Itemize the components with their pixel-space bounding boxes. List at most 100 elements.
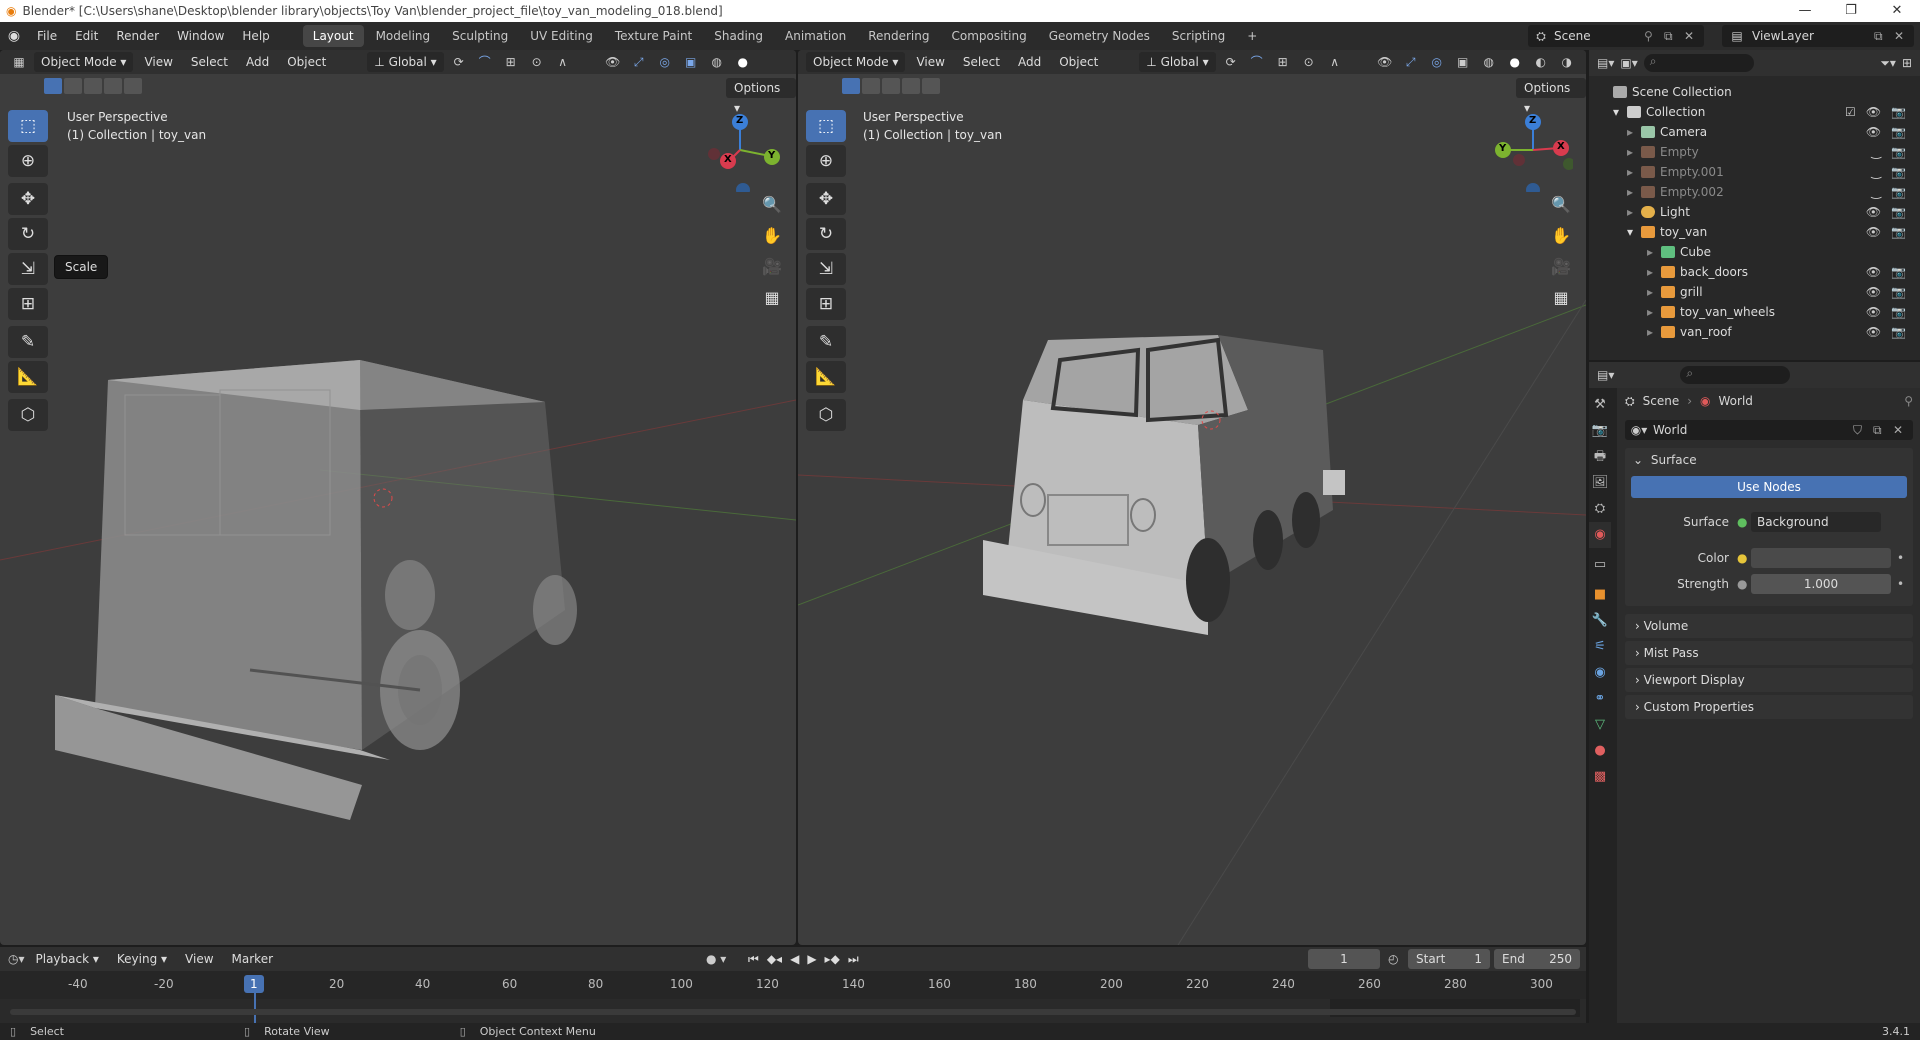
minimize-button[interactable]: — [1782,0,1828,22]
particles-tab-icon[interactable]: ⚟ [1589,634,1611,660]
eye-hidden-icon[interactable]: ‿ [1871,142,1881,162]
gizmo-toggle-icon-right[interactable]: ⤢ [1400,52,1422,72]
mode-dropdown-right[interactable]: Object Mode ▾ [806,52,906,72]
camera-view-icon-right[interactable]: 🎥 [1546,252,1576,282]
new-collection-icon[interactable]: ⊞ [1902,56,1912,70]
outliner-item-light[interactable]: ▸ Light 👁 📷 [1589,202,1920,222]
measure-tool-icon-right[interactable]: 📐 [806,361,846,393]
overlay-icon[interactable]: ◎ [654,52,676,72]
scene-selector[interactable]: ⛭ Scene ⚲ ⧉ ✕ [1528,25,1704,47]
annotate-tool-icon[interactable]: ✎ [8,326,48,358]
data-tab-icon[interactable]: ▽ [1589,712,1611,738]
zoom-icon[interactable]: 🔍 [757,190,787,220]
transform-tool-icon-right[interactable]: ⊞ [806,288,846,320]
overlay-icon-right[interactable]: ◎ [1426,52,1448,72]
options-dropdown-right[interactable]: Options ▾ [1516,78,1586,115]
zoom-icon-right[interactable]: 🔍 [1546,190,1576,220]
snap-target-icon-right[interactable]: ⊞ [1272,52,1294,72]
expand-arrow-icon[interactable]: ▸ [1647,245,1661,259]
timeline-view-menu[interactable]: View [178,947,220,971]
viewport-left[interactable]: ▦ Object Mode ▾ View Select Add Object ⊥… [0,50,796,945]
cursor-tool-icon-right[interactable]: ⊕ [806,145,846,177]
wireframe-shading-icon-right[interactable]: ◍ [1478,52,1500,72]
custom-properties-panel[interactable]: › Custom Properties [1625,695,1913,719]
pin-icon[interactable]: ⚲ [1644,29,1664,43]
clock-icon[interactable]: ◴ [1388,952,1398,966]
modifier-tab-icon[interactable]: 🔧 [1589,608,1611,634]
constraints-tab-icon[interactable]: ⚭ [1589,686,1611,712]
physics-tab-icon[interactable]: ◉ [1589,660,1611,686]
scene-3d-left[interactable] [0,50,796,945]
options-dropdown-left[interactable]: Options ▾ [726,78,796,115]
checkbox-icon[interactable]: ☑ [1845,102,1856,122]
outliner-item-toy-van[interactable]: ▾ toy_van 👁 📷 [1589,222,1920,242]
camera-render-icon[interactable]: 📷 [1891,282,1906,302]
outliner-item-camera[interactable]: ▸ Camera 👁 📷 [1589,122,1920,142]
object-menu[interactable]: Object [280,50,333,74]
expand-arrow-icon[interactable]: ▸ [1647,285,1661,299]
eye-hidden-icon[interactable]: ‿ [1871,162,1881,182]
tab-texture-paint[interactable]: Texture Paint [605,25,702,47]
scene-tab-icon[interactable]: ⛭ [1589,496,1611,522]
expand-arrow-icon[interactable]: ▸ [1647,305,1661,319]
eye-icon[interactable]: 👁 [1866,282,1881,302]
select-menu-right[interactable]: Select [956,50,1007,74]
rendered-shading-icon-right[interactable]: ◑ [1556,52,1578,72]
annotate-tool-icon-right[interactable]: ✎ [806,326,846,358]
add-workspace-icon[interactable]: + [1237,25,1267,47]
tab-geometry-nodes[interactable]: Geometry Nodes [1039,25,1160,47]
gizmo-toggle-icon[interactable]: ⤢ [628,52,650,72]
expand-arrow-icon[interactable]: ▸ [1627,165,1641,179]
tab-compositing[interactable]: Compositing [941,25,1036,47]
select-mode-buttons[interactable] [44,78,142,96]
eye-icon[interactable]: 👁 [1866,262,1881,282]
expand-arrow-icon[interactable]: ▸ [1627,125,1641,139]
outliner-item-empty[interactable]: ▸ Empty ‿ 📷 [1589,142,1920,162]
playback-menu[interactable]: Playback ▾ [29,947,106,971]
tab-rendering[interactable]: Rendering [858,25,939,47]
pin-icon[interactable]: ⚲ [1904,394,1913,408]
view-layer-tab-icon[interactable]: 🖼 [1589,470,1611,496]
select-invert-icon-right[interactable] [902,78,920,94]
delete-viewlayer-icon[interactable]: ✕ [1894,29,1914,43]
camera-view-icon[interactable]: 🎥 [757,252,787,282]
jump-start-icon[interactable]: ⏮ [748,952,759,967]
scene-collection-row[interactable]: Scene Collection [1589,82,1920,102]
expand-arrow-icon[interactable]: ▸ [1627,185,1641,199]
mist-pass-panel[interactable]: › Mist Pass [1625,641,1913,665]
texture-tab-icon[interactable]: ▩ [1589,764,1611,790]
use-nodes-button[interactable]: Use Nodes [1631,476,1907,498]
eye-icon[interactable]: 👁 [1866,202,1881,222]
keying-menu[interactable]: Keying ▾ [110,947,174,971]
add-menu-right[interactable]: Add [1011,50,1048,74]
fake-user-icon[interactable]: ⛉ [1853,423,1873,438]
move-tool-icon[interactable]: ✥ [8,183,48,215]
rotate-tool-icon-right[interactable]: ↻ [806,218,846,250]
scale-tool-icon-right[interactable]: ⇲ [806,253,846,285]
duplicate-icon[interactable]: ⧉ [1873,423,1893,438]
tab-layout[interactable]: Layout [302,25,364,47]
camera-render-icon[interactable]: 📷 [1891,322,1906,342]
view-menu[interactable]: View [137,50,179,74]
world-browse-icon[interactable]: ◉▾ [1625,423,1653,437]
select-menu[interactable]: Select [184,50,235,74]
display-mode-icon[interactable]: ▣▾ [1620,56,1637,70]
properties-search-field[interactable]: ⌕ [1680,366,1791,384]
select-extend-icon-right[interactable] [862,78,880,94]
tab-shading[interactable]: Shading [704,25,773,47]
select-box-tool-icon[interactable]: ⬚ [8,110,48,142]
select-intersect-icon-right[interactable] [922,78,940,94]
snap-icon[interactable]: ⌒ [474,52,496,72]
expand-arrow-icon[interactable]: ▸ [1627,205,1641,219]
material-shading-icon-right[interactable]: ◐ [1530,52,1552,72]
outliner-child-cube[interactable]: ▸ Cube [1589,242,1920,262]
select-invert-icon[interactable] [104,78,122,94]
wireframe-shading-icon[interactable]: ◍ [706,52,728,72]
add-menu[interactable]: Add [239,50,276,74]
jump-end-icon[interactable]: ⏭ [848,952,859,967]
color-field[interactable] [1751,548,1891,568]
expand-arrow-icon[interactable]: ▸ [1647,265,1661,279]
ortho-grid-icon-right[interactable]: ▦ [1546,283,1576,313]
object-menu-right[interactable]: Object [1052,50,1105,74]
solid-shading-icon-right[interactable]: ● [1504,52,1526,72]
